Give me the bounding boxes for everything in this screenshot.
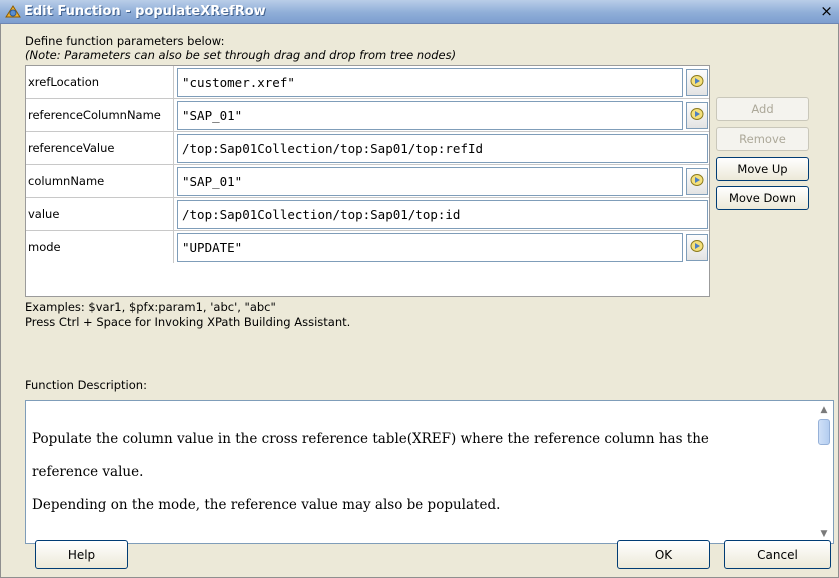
param-row-value: value /top:Sap01Collection/top:Sap01/top… xyxy=(26,198,709,231)
cancel-button[interactable]: Cancel xyxy=(724,540,831,569)
value-input[interactable]: /top:Sap01Collection/top:Sap01/top:id xyxy=(177,200,708,229)
param-label: mode xyxy=(26,231,174,263)
function-description-label: Function Description: xyxy=(25,378,147,392)
expression-builder-icon xyxy=(689,73,705,92)
scroll-up-icon[interactable]: ▲ xyxy=(817,403,831,417)
ok-button[interactable]: OK xyxy=(617,540,710,569)
xref-location-input[interactable]: "customer.xref" xyxy=(177,68,683,97)
param-label: xrefLocation xyxy=(26,66,174,98)
parameters-table: xrefLocation "customer.xref" referenceCo… xyxy=(25,65,710,297)
param-label: referenceValue xyxy=(26,132,174,164)
param-row-referencecolumnname: referenceColumnName "SAP_01" xyxy=(26,99,709,132)
move-down-button[interactable]: Move Down xyxy=(716,186,809,210)
expression-builder-icon xyxy=(689,238,705,257)
window-title: Edit Function - populateXRefRow xyxy=(24,4,266,19)
reference-value-input[interactable]: /top:Sap01Collection/top:Sap01/top:refId xyxy=(177,134,708,163)
expression-builder-button[interactable] xyxy=(686,168,708,195)
param-row-mode: mode "UPDATE" xyxy=(26,231,709,263)
mode-input[interactable]: "UPDATE" xyxy=(177,233,683,262)
help-button[interactable]: Help xyxy=(35,540,128,569)
description-line: Populate the column value in the cross r… xyxy=(32,431,709,447)
scrollbar-thumb[interactable] xyxy=(818,419,830,445)
expression-builder-icon xyxy=(689,172,705,191)
remove-button[interactable]: Remove xyxy=(716,127,809,151)
expression-builder-button[interactable] xyxy=(686,69,708,96)
function-app-icon xyxy=(4,3,22,21)
intro-text: Define function parameters below: (Note:… xyxy=(25,34,456,62)
close-icon[interactable]: × xyxy=(818,3,835,20)
intro-note: (Note: Parameters can also be set throug… xyxy=(25,48,457,62)
function-description-text: Populate the column value in the cross r… xyxy=(32,423,812,522)
param-row-referencevalue: referenceValue /top:Sap01Collection/top:… xyxy=(26,132,709,165)
hint-text: Examples: $var1, $pfx:param1, 'abc', "ab… xyxy=(25,300,350,330)
param-row-columnname: columnName "SAP_01" xyxy=(26,165,709,198)
expression-builder-button[interactable] xyxy=(686,234,708,261)
param-label: columnName xyxy=(26,165,174,197)
column-name-input[interactable]: "SAP_01" xyxy=(177,167,683,196)
intro-line: Define function parameters below: xyxy=(25,34,225,48)
shortcut-hint: Press Ctrl + Space for Invoking XPath Bu… xyxy=(25,315,351,329)
add-button[interactable]: Add xyxy=(716,97,809,121)
param-row-xreflocation: xrefLocation "customer.xref" xyxy=(26,66,709,99)
description-line: Depending on the mode, the reference val… xyxy=(32,497,501,513)
examples-hint: Examples: $var1, $pfx:param1, 'abc', "ab… xyxy=(25,300,276,314)
param-label: referenceColumnName xyxy=(26,99,174,131)
reference-column-name-input[interactable]: "SAP_01" xyxy=(177,101,683,130)
expression-builder-icon xyxy=(689,106,705,125)
scroll-down-icon[interactable]: ▼ xyxy=(817,527,831,541)
function-description-box[interactable]: Populate the column value in the cross r… xyxy=(25,400,834,544)
title-bar: Edit Function - populateXRefRow × xyxy=(0,0,839,24)
param-label: value xyxy=(26,198,174,230)
expression-builder-button[interactable] xyxy=(686,102,708,129)
move-up-button[interactable]: Move Up xyxy=(716,157,809,181)
description-line: reference value. xyxy=(32,464,144,480)
